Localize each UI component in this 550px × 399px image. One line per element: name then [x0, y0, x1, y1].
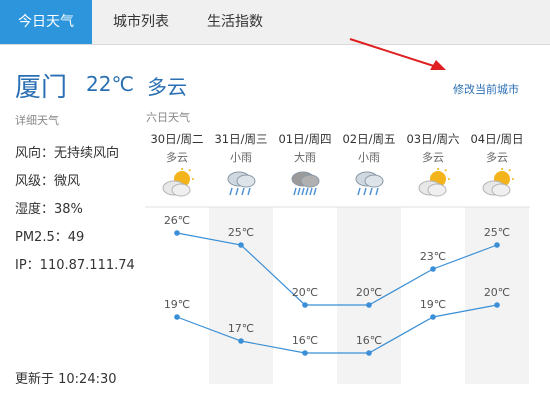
high-temp-point [174, 230, 180, 236]
high-temp-label: 26℃ [164, 214, 190, 227]
high-temp-label: 20℃ [292, 286, 318, 299]
high-temp-label: 25℃ [228, 226, 254, 239]
low-temp-point [174, 314, 180, 320]
high-temp-label: 20℃ [356, 286, 382, 299]
high-temp-label: 23℃ [420, 250, 446, 263]
low-temp-point [366, 350, 372, 356]
high-temp-label: 25℃ [484, 226, 510, 239]
low-temp-label: 19℃ [420, 298, 446, 311]
low-temp-point [430, 314, 436, 320]
low-temp-label: 20℃ [484, 286, 510, 299]
high-temp-point [302, 302, 308, 308]
temperature-chart: 26℃ 25℃ 20℃ 20℃ 23℃ 25℃ 19℃ 17℃ 16℃ 16℃ 19℃ 20℃ [145, 206, 530, 384]
low-temp-point [302, 350, 308, 356]
high-temp-point [494, 242, 500, 248]
low-temp-point [238, 338, 244, 344]
high-temp-point [430, 266, 436, 272]
low-temp-label: 17℃ [228, 322, 254, 335]
low-temp-label: 19℃ [164, 298, 190, 311]
high-temp-point [238, 242, 244, 248]
low-temp-label: 16℃ [292, 334, 318, 347]
low-temp-label: 16℃ [356, 334, 382, 347]
high-temp-point [366, 302, 372, 308]
low-temp-point [494, 302, 500, 308]
